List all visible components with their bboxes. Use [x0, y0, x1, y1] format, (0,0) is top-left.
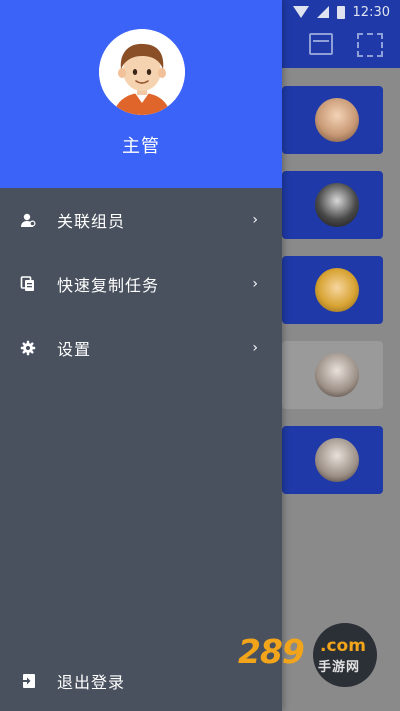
menu-item-label: 设置 — [57, 340, 92, 359]
avatar — [315, 98, 359, 142]
calendar-icon[interactable] — [309, 33, 333, 55]
logout-icon — [20, 673, 36, 689]
list-item[interactable] — [282, 341, 383, 409]
watermark-domain: .com — [320, 636, 366, 656]
avatar — [315, 183, 359, 227]
status-bar: 12:30 — [280, 0, 400, 24]
menu-item-linked-members[interactable]: 关联组员 › — [0, 192, 282, 248]
copy-icon — [20, 276, 36, 292]
avatar — [315, 268, 359, 312]
signal-icon — [316, 6, 329, 18]
menu-item-quick-copy-task[interactable]: 快速复制任务 › — [0, 256, 282, 312]
watermark-number: 289 — [238, 632, 305, 671]
gear-icon — [20, 340, 36, 356]
chevron-right-icon: › — [252, 212, 258, 228]
menu-item-settings[interactable]: 设置 › — [0, 320, 282, 376]
user-avatar[interactable] — [99, 29, 185, 115]
menu-item-label: 关联组员 — [57, 212, 126, 231]
list-item[interactable] — [282, 256, 383, 324]
scan-icon[interactable] — [357, 33, 383, 57]
watermark-logo: 289 .com 手游网 — [238, 632, 380, 675]
status-time: 12:30 — [352, 4, 390, 20]
chevron-right-icon: › — [252, 340, 258, 356]
cartoon-avatar-icon — [99, 29, 185, 115]
watermark-subtitle: 手游网 — [318, 660, 361, 675]
wifi-icon — [292, 6, 309, 18]
logout-label: 退出登录 — [57, 673, 126, 692]
avatar — [315, 438, 359, 482]
menu-item-label: 快速复制任务 — [57, 276, 160, 295]
avatar — [315, 353, 359, 397]
battery-icon — [336, 5, 345, 19]
list-item[interactable] — [282, 86, 383, 154]
navigation-drawer: 主管 关联组员 › 快速复制任务 › 设置 › 退出登录 — [0, 0, 282, 711]
list-item[interactable] — [282, 171, 383, 239]
chevron-right-icon: › — [252, 276, 258, 292]
user-link-icon — [20, 212, 36, 228]
user-name: 主管 — [122, 136, 160, 157]
list-item[interactable] — [282, 426, 383, 494]
drawer-header: 主管 — [0, 0, 282, 188]
